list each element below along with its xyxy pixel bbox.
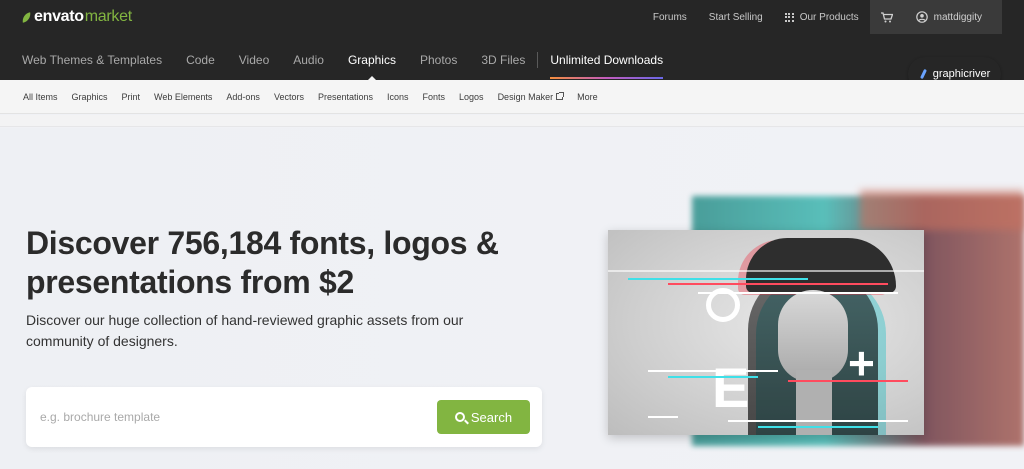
start-selling-link[interactable]: Start Selling [698,0,774,34]
sub-design-maker[interactable]: Design Maker [497,91,565,102]
sub-graphics[interactable]: Graphics [72,92,108,102]
sub-presentations[interactable]: Presentations [318,92,373,102]
subnav-shadow-strip [0,115,1024,127]
design-maker-label: Design Maker [497,91,554,102]
nav-video[interactable]: Video [239,53,269,67]
envato-market-logo[interactable]: envato market [21,8,132,26]
sub-print[interactable]: Print [122,92,141,102]
nav-code[interactable]: Code [186,53,215,67]
forums-link[interactable]: Forums [642,0,698,34]
user-icon [915,11,928,23]
nav-graphics-label: Graphics [347,53,396,67]
cart-icon [880,11,893,22]
search-button[interactable]: Search [437,400,530,434]
hero-art-image: E + [608,230,924,435]
user-menu[interactable]: mattdiggity [903,0,1002,34]
external-link-icon [556,92,565,100]
leaf-icon [21,11,32,23]
glitch-line [788,380,908,382]
sub-web-elements[interactable]: Web Elements [154,92,212,102]
nav-graphics[interactable]: Graphics [347,53,396,81]
nav-web-themes[interactable]: Web Themes & Templates [22,53,162,67]
sub-all-items[interactable]: All Items [23,92,58,102]
nav-3d-files[interactable]: 3D Files [481,53,525,67]
glitch-line [698,292,898,294]
hero-headline: Discover 756,184 fonts, logos & presenta… [26,225,499,300]
username-label: mattdiggity [933,11,982,23]
glitch-line [758,426,878,428]
hero-subcopy: Discover our huge collection of hand-rev… [26,312,464,349]
glitch-line [668,376,758,378]
unlimited-label: Unlimited Downloads [550,53,664,67]
graphicriver-logo-icon [919,69,929,79]
top-header: envato market Forums Start Selling Our P… [0,0,1024,81]
hero-art-background-accent [860,190,1024,230]
cart-button[interactable] [870,0,904,34]
sub-add-ons[interactable]: Add-ons [226,92,260,102]
glitch-line [728,420,908,422]
nav-audio[interactable]: Audio [293,53,324,67]
category-nav: Web Themes & Templates Code Video Audio … [22,49,664,81]
utility-nav: Forums Start Selling Our Products mattdi… [642,0,1024,34]
sub-more[interactable]: More [577,92,598,102]
nav-unlimited-downloads[interactable]: Unlimited Downloads [550,53,664,79]
our-products-menu[interactable]: Our Products [774,0,870,34]
sub-vectors[interactable]: Vectors [274,92,304,102]
glitch-line [608,270,924,272]
glitch-line [628,278,808,280]
grid-icon [784,12,794,22]
logo-text-market: market [84,8,132,25]
sub-icons[interactable]: Icons [387,92,409,102]
our-products-label: Our Products [799,11,859,23]
graphicriver-label: graphicriver [932,68,991,80]
account-group: mattdiggity [869,0,1002,34]
search-button-label: Search [470,409,513,425]
sub-logos[interactable]: Logos [459,92,484,102]
decorative-glyph-shape: E [712,356,750,419]
search-input[interactable] [40,401,430,433]
glitch-line [648,416,678,418]
gradient-underline [550,77,664,79]
subcategory-nav: All Items Graphics Print Web Elements Ad… [0,80,1024,114]
nav-photos[interactable]: Photos [420,53,457,67]
search-icon [454,412,465,422]
glitch-line [648,370,778,372]
sub-fonts[interactable]: Fonts [423,92,446,102]
nav-divider [537,52,539,68]
logo-text-envato: envato [34,8,84,25]
search-box: Search [26,387,542,447]
glitch-line [668,283,888,285]
portrait-face [778,290,848,382]
